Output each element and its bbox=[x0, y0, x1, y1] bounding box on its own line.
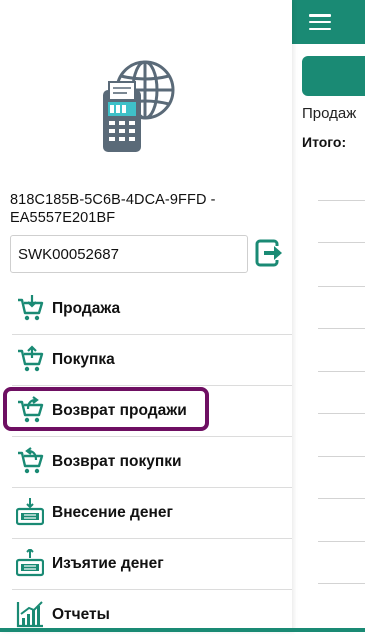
menu-item-label: Покупка bbox=[52, 351, 115, 368]
menu-item-label: Изъятие денег bbox=[52, 555, 164, 572]
cart-return-purchase-icon bbox=[18, 447, 44, 474]
menu-item-label: Внесение денег bbox=[52, 504, 173, 521]
menu-item-reports[interactable]: Отчеты bbox=[0, 590, 292, 641]
list-divider bbox=[318, 200, 365, 201]
report-chart-icon bbox=[16, 601, 43, 628]
menu-item-label: Возврат покупки bbox=[52, 453, 182, 470]
list-divider bbox=[318, 328, 365, 329]
primary-action-button[interactable] bbox=[302, 56, 365, 96]
list-divider bbox=[318, 498, 365, 499]
navigation-drawer: 818C185B-5C6B-4DCA-9FFD -EA5557E201BF Пр… bbox=[0, 0, 292, 632]
device-id-text: 818C185B-5C6B-4DCA-9FFD -EA5557E201BF bbox=[10, 192, 216, 226]
menu-item-purchase[interactable]: Покупка bbox=[0, 335, 292, 386]
list-divider bbox=[318, 456, 365, 457]
menu-item-label: Продажа bbox=[52, 300, 121, 317]
cart-out-icon bbox=[18, 345, 44, 372]
drawer-menu: Продажа Покупка Возврат продажи Возврат … bbox=[0, 284, 292, 641]
menu-item-sale[interactable]: Продажа bbox=[0, 284, 292, 335]
shop-code-input[interactable] bbox=[10, 235, 248, 273]
menu-item-sale-return[interactable]: Возврат продажи bbox=[0, 386, 292, 437]
total-label: Итого: bbox=[302, 134, 347, 150]
cart-return-icon bbox=[18, 396, 44, 423]
menu-item-label: Отчеты bbox=[52, 606, 110, 623]
menu-item-purchase-return[interactable]: Возврат покупки bbox=[0, 437, 292, 488]
menu-item-label: Возврат продажи bbox=[52, 402, 187, 419]
hamburger-menu-icon[interactable] bbox=[309, 14, 331, 31]
bottom-accent-bar bbox=[0, 628, 365, 632]
list-divider bbox=[318, 286, 365, 287]
sales-label: Продаж bbox=[302, 105, 357, 122]
list-divider bbox=[318, 413, 365, 414]
menu-item-cash-out[interactable]: Изъятие денег bbox=[0, 539, 292, 590]
cash-out-icon bbox=[16, 549, 44, 577]
list-divider bbox=[318, 242, 365, 243]
list-divider bbox=[318, 541, 365, 542]
cash-in-icon bbox=[16, 498, 44, 526]
list-divider bbox=[318, 371, 365, 372]
logout-icon[interactable] bbox=[255, 238, 285, 268]
list-divider bbox=[318, 583, 365, 584]
cash-register-globe-logo-icon bbox=[103, 60, 175, 152]
cart-in-icon bbox=[18, 295, 44, 321]
menu-item-cash-in[interactable]: Внесение денег bbox=[0, 488, 292, 539]
